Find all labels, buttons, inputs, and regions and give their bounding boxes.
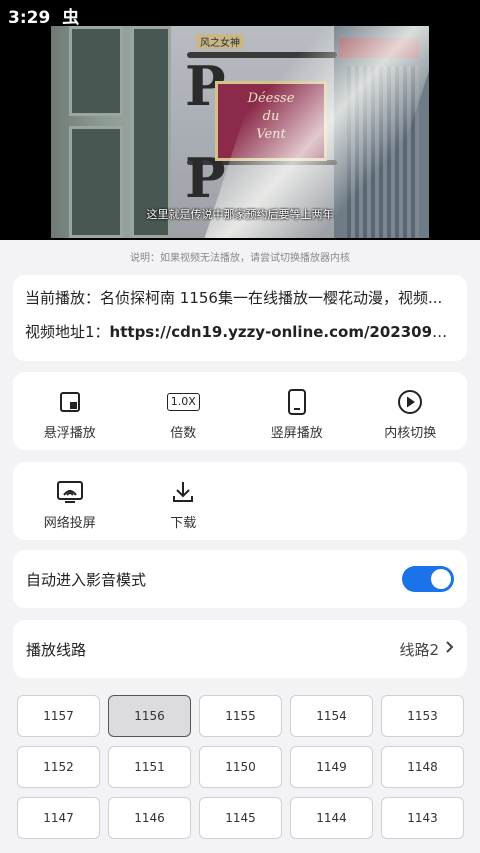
kernel-switch-button[interactable]: 内核切换 [354,372,468,450]
episode-button[interactable]: 1152 [17,746,100,788]
episode-button[interactable]: 1150 [199,746,282,788]
episode-button[interactable]: 1153 [381,695,464,737]
episode-button[interactable]: 1144 [290,797,373,839]
portrait-play-button[interactable]: 竖屏播放 [240,372,354,450]
episode-row: 1152 1151 1150 1149 1148 [17,746,467,788]
download-button[interactable]: 下载 [127,462,241,540]
video-url-value[interactable]: https://cdn19.yzzy-online.com/20230923/5… [110,323,455,341]
app-notification-icon: 虫 [62,8,80,28]
route-value-group[interactable]: 线路2 [399,639,454,660]
episode-button[interactable]: 1143 [381,797,464,839]
playback-speed-button[interactable]: 1.0X 倍数 [127,372,241,450]
episode-button[interactable]: 1157 [17,695,100,737]
route-label: 播放线路 [26,640,87,659]
episode-button[interactable]: 1154 [290,695,373,737]
download-icon [168,478,198,506]
episode-button[interactable]: 1146 [108,797,191,839]
chevron-right-icon [445,640,454,658]
video-url-label: 视频地址1： [25,323,110,341]
video-scene-window [69,26,123,116]
episode-button-selected[interactable]: 1156 [108,695,191,737]
video-player[interactable]: 风之女神 P P Déesse du Vent 这里就是传说中那家预约后要等上两… [51,26,429,238]
cast-icon [55,478,85,506]
play-circle-icon [395,388,425,416]
speed-icon-text: 1.0X [166,393,200,411]
now-playing-value: 名侦探柯南 1156集一在线播放一樱花动漫，视频... [100,289,443,307]
video-scene-top-sign: 风之女神 [196,34,244,49]
portrait-icon [282,388,312,416]
floating-play-button[interactable]: 悬浮播放 [13,372,127,450]
pip-icon [55,388,85,416]
video-subtitle: 这里就是传说中那家预约后要等上两年 [146,208,334,221]
route-selector-row[interactable]: 播放线路 线路2 [13,620,467,678]
episode-button[interactable]: 1148 [381,746,464,788]
download-label: 下载 [170,516,197,531]
episode-row: 1147 1146 1145 1144 1143 [17,797,467,839]
episode-button[interactable]: 1149 [290,746,373,788]
kernel-switch-label: 内核切换 [384,426,437,441]
episode-row: 1157 1156 1155 1154 1153 [17,695,467,737]
playback-speed-label: 倍数 [170,426,197,441]
player-actions-card: 悬浮播放 1.0X 倍数 竖屏播放 内核切换 [13,372,467,450]
now-playing-label: 当前播放： [25,289,101,307]
status-bar: 3:29 虫 [0,0,480,28]
auto-mode-label: 自动进入影音模式 [26,570,147,589]
toggle-knob [431,569,451,589]
floating-play-label: 悬浮播放 [43,426,96,441]
auto-mode-toggle[interactable] [402,566,454,592]
video-url-line[interactable]: 视频地址1：https://cdn19.yzzy-online.com/2023… [25,321,455,343]
cast-label: 网络投屏 [43,516,96,531]
episode-button[interactable]: 1147 [17,797,100,839]
speed-icon: 1.0X [166,388,200,416]
episode-button[interactable]: 1155 [199,695,282,737]
player-notice: 说明：如果视频无法播放，请尝试切换播放器内核 [130,253,350,264]
episode-button[interactable]: 1151 [108,746,191,788]
episode-button[interactable]: 1145 [199,797,282,839]
now-playing-line: 当前播放：名侦探柯南 1156集一在线播放一樱花动漫，视频... [25,287,455,309]
playback-info-card: 当前播放：名侦探柯南 1156集一在线播放一樱花动漫，视频... 视频地址1：h… [13,275,467,361]
auto-mode-row: 自动进入影音模式 [13,550,467,608]
route-value: 线路2 [399,640,439,659]
episode-grid: 1157 1156 1155 1154 1153 1152 1151 1150 … [17,695,467,848]
portrait-play-label: 竖屏播放 [270,426,323,441]
player-extra-actions-card: 网络投屏 下载 [13,462,467,540]
status-time: 3:29 [8,8,51,28]
cast-button[interactable]: 网络投屏 [13,462,127,540]
